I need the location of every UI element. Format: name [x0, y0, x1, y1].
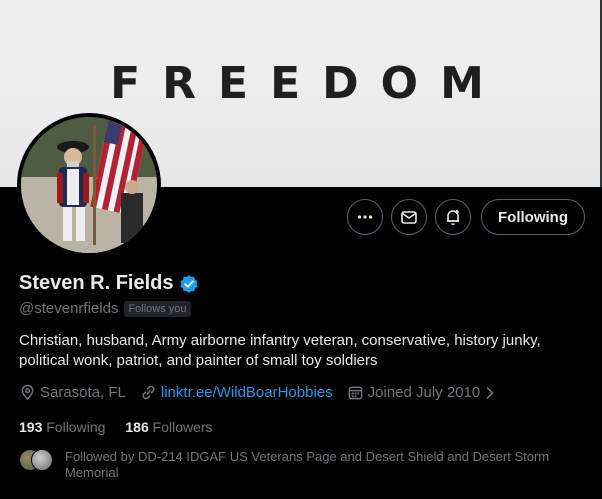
avatar-image	[21, 117, 157, 253]
following-button[interactable]: Following	[481, 199, 585, 235]
joined-text: Joined July 2010	[367, 384, 481, 401]
message-button[interactable]	[391, 199, 428, 235]
follow-stats: 193 Following 186 Followers	[19, 419, 213, 435]
website-item: linktr.ee/WildBoarHobbies	[140, 384, 333, 401]
followed-by-text: Followed by DD-214 IDGAF US Veterans Pag…	[65, 449, 550, 480]
follower-avatars	[19, 449, 55, 473]
joined-item[interactable]: Joined July 2010	[347, 384, 497, 401]
more-dots-icon	[357, 215, 373, 219]
display-name: Steven R. Fields	[19, 272, 174, 294]
website-link[interactable]: linktr.ee/WildBoarHobbies	[161, 384, 333, 401]
notifications-button[interactable]	[435, 199, 472, 235]
following-label: Following	[46, 419, 106, 435]
followed-by-row[interactable]: Followed by DD-214 IDGAF US Veterans Pag…	[19, 449, 565, 481]
verified-badge-icon[interactable]	[179, 274, 199, 294]
location-pin-icon	[21, 384, 34, 401]
follower-avatar	[31, 449, 53, 471]
envelope-icon	[401, 211, 417, 224]
calendar-icon	[348, 386, 362, 400]
follows-you-badge: Follows you	[124, 300, 191, 317]
profile-actions: Following	[347, 199, 585, 235]
bell-plus-icon	[447, 210, 460, 225]
location-item: Sarasota, FL	[19, 384, 126, 401]
profile-avatar[interactable]	[17, 113, 161, 257]
followers-count: 186	[125, 419, 149, 435]
profile-bio: Christian, husband, Army airborne infant…	[19, 332, 541, 369]
followers-label: Followers	[152, 419, 213, 435]
name-row: Steven R. Fields	[19, 272, 199, 295]
following-stat[interactable]: 193 Following	[19, 419, 105, 435]
following-count: 193	[19, 419, 43, 435]
banner-text: FREEDOM	[110, 58, 506, 109]
more-button[interactable]	[347, 199, 384, 235]
chevron-right-icon	[486, 386, 494, 399]
followers-stat[interactable]: 186 Followers	[125, 419, 212, 435]
location-text: Sarasota, FL	[40, 384, 126, 401]
user-handle: @stevenrfields	[19, 300, 119, 317]
link-icon	[142, 385, 155, 400]
avatar-photo	[21, 117, 157, 253]
handle-row: @stevenrfields Follows you	[19, 300, 191, 317]
profile-meta: Sarasota, FL linktr.ee/WildBoarHobbies J…	[19, 384, 496, 401]
